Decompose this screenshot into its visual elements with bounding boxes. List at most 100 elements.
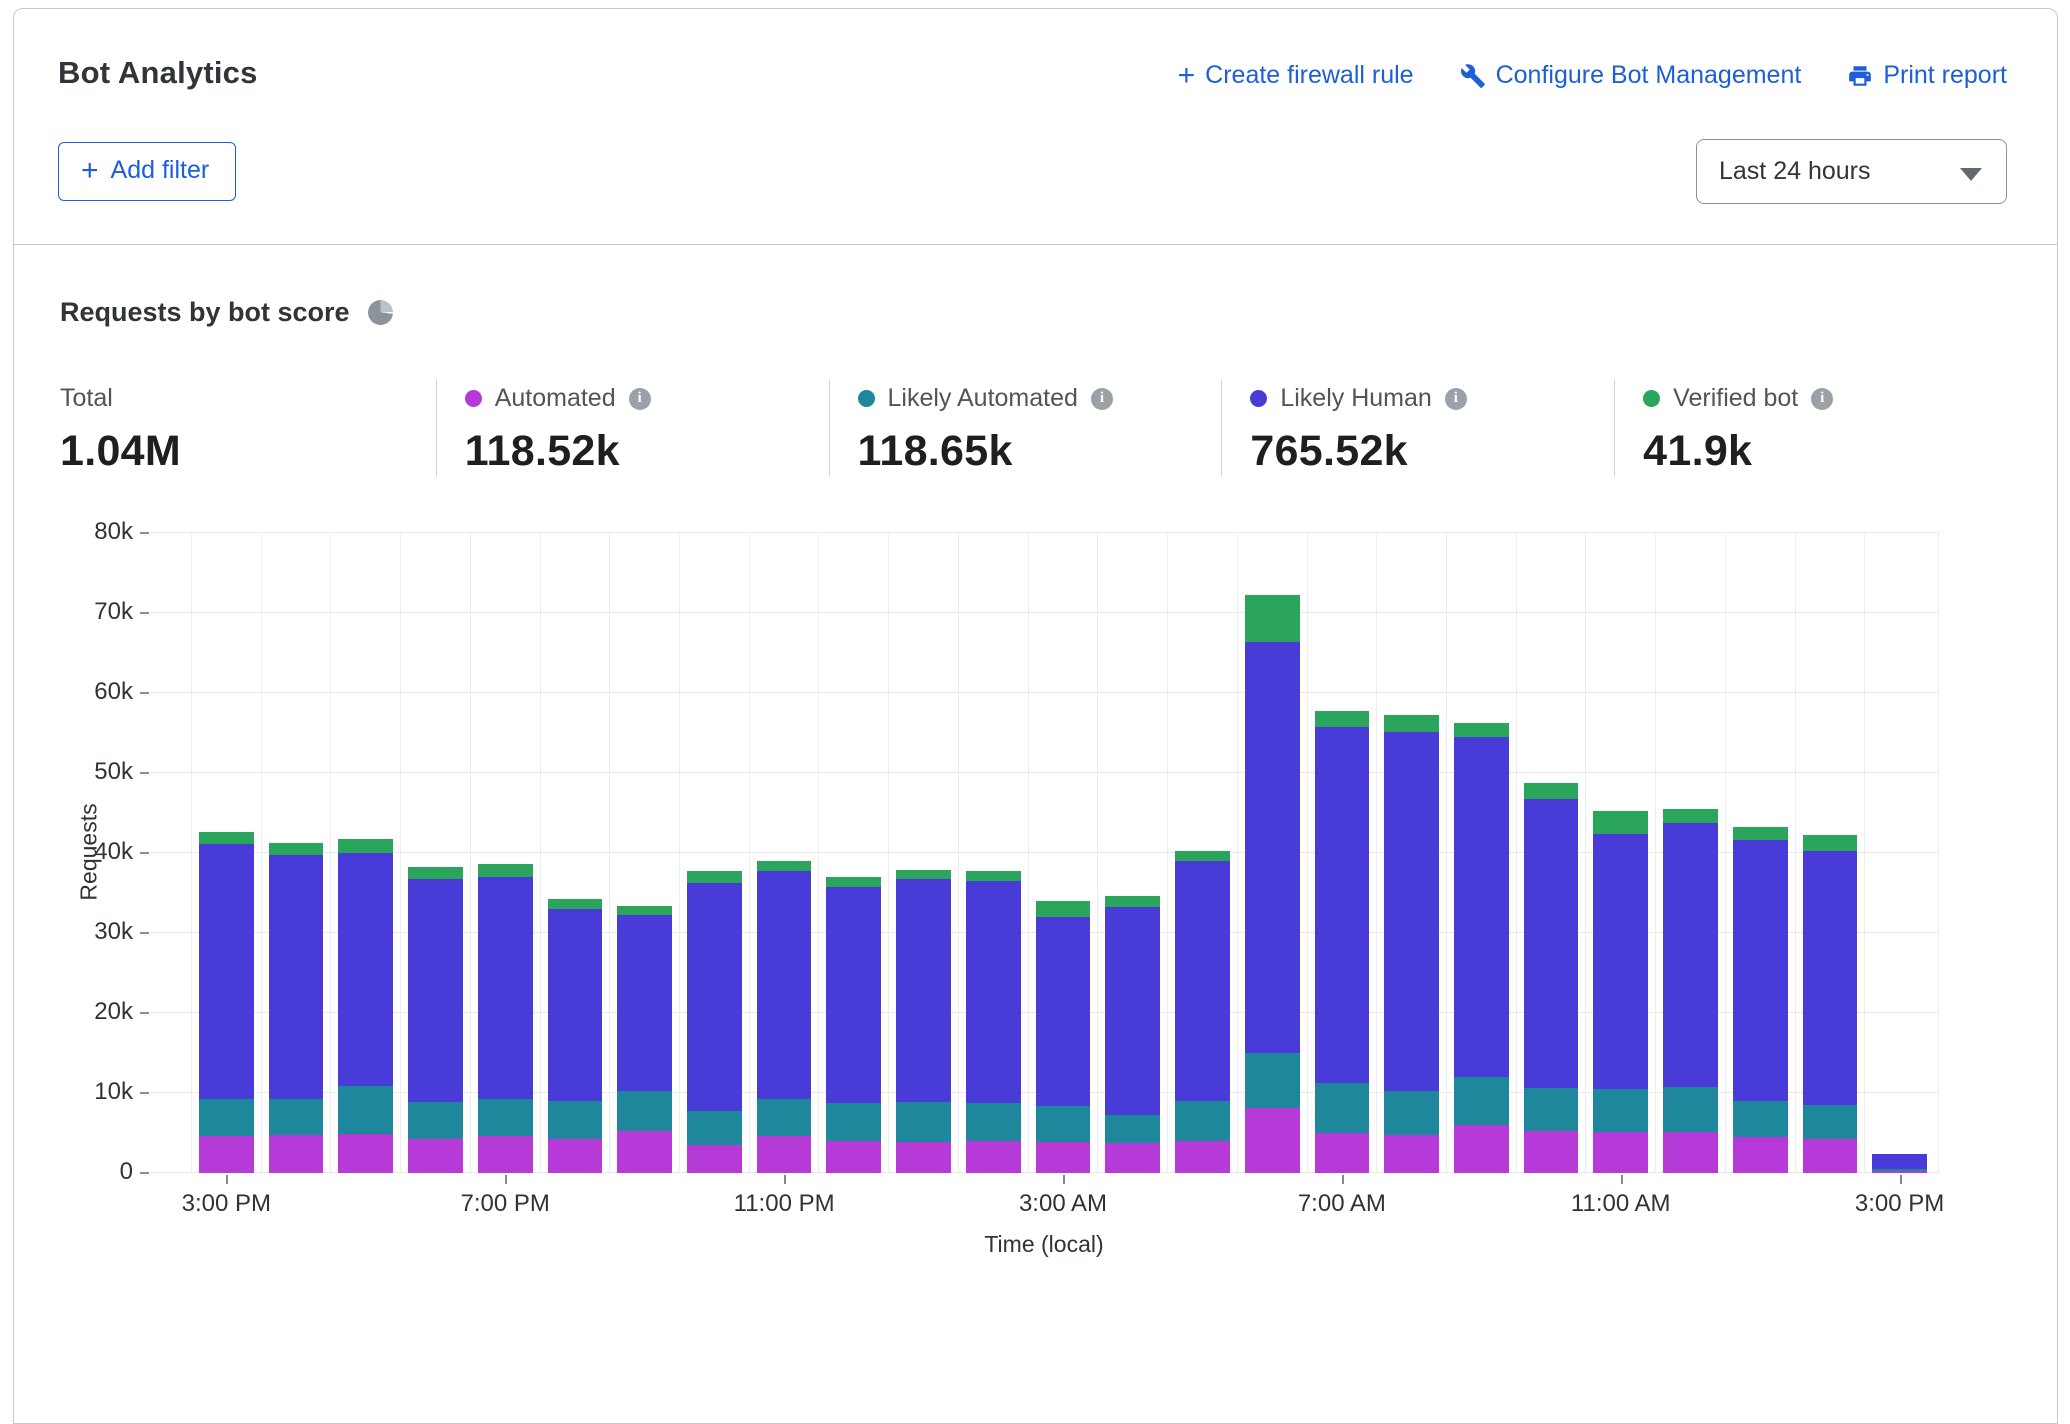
bar[interactable] [1663, 532, 1718, 1173]
bar-segment-verified-bot[interactable] [896, 870, 951, 880]
bar-segment-verified-bot[interactable] [548, 899, 603, 909]
bar-segment-verified-bot[interactable] [1803, 835, 1858, 851]
bar-segment-automated[interactable] [199, 1136, 254, 1173]
bar-segment-likely-human[interactable] [478, 877, 533, 1099]
bar[interactable] [548, 532, 603, 1173]
bar-segment-likely-human[interactable] [1315, 727, 1370, 1083]
bar-segment-automated[interactable] [548, 1139, 603, 1173]
bar[interactable]: 3:00 PM [1872, 532, 1927, 1173]
bar-segment-likely-human[interactable] [966, 881, 1021, 1103]
bar[interactable] [617, 532, 672, 1173]
bar-segment-likely-human[interactable] [1593, 834, 1648, 1089]
bar-segment-likely-automated[interactable] [1245, 1053, 1300, 1108]
bar-segment-verified-bot[interactable] [687, 871, 742, 882]
bar-segment-automated[interactable] [1524, 1131, 1579, 1173]
bar-segment-likely-automated[interactable] [408, 1102, 463, 1139]
bar-segment-likely-human[interactable] [1036, 917, 1091, 1106]
bar-segment-automated[interactable] [1733, 1137, 1788, 1173]
bar-segment-automated[interactable] [1593, 1132, 1648, 1173]
bar-segment-automated[interactable] [1315, 1133, 1370, 1173]
bar-segment-automated[interactable] [1872, 1171, 1927, 1173]
bar-segment-verified-bot[interactable] [1733, 827, 1788, 841]
bar[interactable]: 7:00 PM [478, 532, 533, 1173]
bar[interactable] [1245, 532, 1300, 1173]
bar-segment-verified-bot[interactable] [757, 861, 812, 871]
bar-segment-likely-automated[interactable] [687, 1111, 742, 1145]
bar[interactable] [1384, 532, 1439, 1173]
stat-automated[interactable]: Automated i 118.52k [436, 380, 829, 476]
bar-segment-verified-bot[interactable] [338, 839, 393, 853]
bar-segment-likely-automated[interactable] [1733, 1101, 1788, 1137]
bar-segment-likely-automated[interactable] [757, 1099, 812, 1136]
bar-segment-automated[interactable] [1036, 1142, 1091, 1173]
bar-segment-automated[interactable] [757, 1136, 812, 1173]
bar-segment-likely-automated[interactable] [966, 1103, 1021, 1141]
bar-segment-automated[interactable] [826, 1141, 881, 1173]
bar-segment-verified-bot[interactable] [966, 871, 1021, 881]
bar-segment-likely-automated[interactable] [1036, 1106, 1091, 1142]
stat-likely-automated[interactable]: Likely Automated i 118.65k [829, 380, 1222, 476]
bar-segment-verified-bot[interactable] [1036, 901, 1091, 917]
bar-segment-likely-human[interactable] [408, 879, 463, 1101]
bar-segment-verified-bot[interactable] [1454, 723, 1509, 737]
bar-segment-verified-bot[interactable] [1663, 809, 1718, 823]
bar-segment-automated[interactable] [478, 1136, 533, 1173]
bar-segment-likely-automated[interactable] [478, 1099, 533, 1136]
bar[interactable] [1105, 532, 1160, 1173]
bar[interactable] [1803, 532, 1858, 1173]
bar-segment-verified-bot[interactable] [1315, 711, 1370, 726]
bar[interactable] [1175, 532, 1230, 1173]
bar[interactable] [269, 532, 324, 1173]
bar-segment-automated[interactable] [896, 1142, 951, 1173]
bar-segment-likely-human[interactable] [1454, 737, 1509, 1077]
bar-segment-verified-bot[interactable] [1384, 715, 1439, 732]
bar-segment-likely-automated[interactable] [338, 1086, 393, 1134]
bar[interactable]: 7:00 AM [1315, 532, 1370, 1173]
bar-segment-likely-automated[interactable] [1384, 1091, 1439, 1136]
bar-segment-likely-automated[interactable] [1454, 1077, 1509, 1125]
bar-segment-likely-automated[interactable] [548, 1101, 603, 1139]
create-firewall-rule-link[interactable]: + Create firewall rule [1178, 61, 1414, 90]
bar-segment-likely-human[interactable] [338, 853, 393, 1086]
bar-segment-likely-automated[interactable] [1593, 1089, 1648, 1132]
bar-segment-likely-human[interactable] [896, 879, 951, 1101]
bar-segment-automated[interactable] [408, 1139, 463, 1173]
bar-segment-likely-automated[interactable] [1175, 1101, 1230, 1141]
bar-segment-likely-human[interactable] [199, 844, 254, 1099]
bar-segment-automated[interactable] [617, 1131, 672, 1173]
bar-segment-likely-human[interactable] [548, 909, 603, 1101]
bar-segment-likely-automated[interactable] [617, 1091, 672, 1131]
bar-segment-likely-automated[interactable] [199, 1099, 254, 1136]
info-icon[interactable]: i [1811, 388, 1833, 410]
bar-segment-verified-bot[interactable] [617, 906, 672, 915]
bar-segment-likely-human[interactable] [269, 855, 324, 1098]
bar-segment-likely-automated[interactable] [826, 1103, 881, 1141]
bar[interactable] [896, 532, 951, 1173]
bar[interactable] [826, 532, 881, 1173]
bar-segment-automated[interactable] [1803, 1139, 1858, 1173]
bar-segment-automated[interactable] [1175, 1141, 1230, 1173]
bar-segment-likely-human[interactable] [1384, 732, 1439, 1090]
bar-segment-likely-human[interactable] [1175, 861, 1230, 1101]
bar-segment-verified-bot[interactable] [1593, 811, 1648, 833]
bar-segment-verified-bot[interactable] [1524, 783, 1579, 800]
info-icon[interactable]: i [1091, 388, 1113, 410]
bar-segment-automated[interactable] [1663, 1132, 1718, 1173]
bar-segment-verified-bot[interactable] [199, 832, 254, 844]
bar[interactable] [408, 532, 463, 1173]
time-range-select[interactable]: Last 24 hours [1696, 139, 2007, 204]
bar-segment-likely-human[interactable] [1245, 642, 1300, 1053]
info-icon[interactable]: i [629, 388, 651, 410]
bar-segment-verified-bot[interactable] [1105, 896, 1160, 906]
bar-segment-verified-bot[interactable] [826, 877, 881, 887]
bar-segment-verified-bot[interactable] [1175, 851, 1230, 861]
bar-segment-automated[interactable] [687, 1145, 742, 1173]
bar-segment-likely-automated[interactable] [269, 1099, 324, 1136]
configure-bot-management-link[interactable]: Configure Bot Management [1460, 61, 1802, 90]
bar[interactable]: 11:00 PM [757, 532, 812, 1173]
add-filter-button[interactable]: + Add filter [58, 142, 236, 201]
bar-segment-likely-human[interactable] [1524, 799, 1579, 1088]
bar-segment-likely-human[interactable] [1803, 851, 1858, 1105]
bar[interactable] [1454, 532, 1509, 1173]
bar-segment-likely-human[interactable] [617, 915, 672, 1091]
